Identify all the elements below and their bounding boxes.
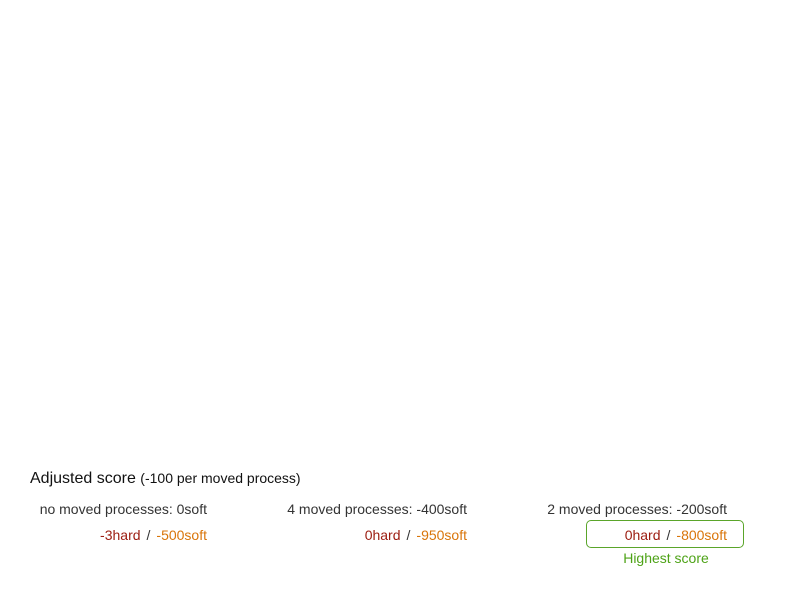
moved-processes-label: 2 moved processes: -200soft xyxy=(547,501,727,517)
score-value: 0hard / -800soft xyxy=(547,526,727,544)
soft-score: -500soft xyxy=(156,527,207,543)
hard-score: 0hard xyxy=(364,527,401,543)
heading: Adjusted score (-100 per moved process) xyxy=(30,470,301,488)
highest-score-label: Highest score xyxy=(623,550,709,566)
score-column-2: 4 moved processes: -400soft 0hard / -950so… xyxy=(287,500,467,544)
score-value: 0hard / -950soft xyxy=(287,526,467,544)
hard-score: -3hard xyxy=(100,527,141,543)
hard-score: 0hard xyxy=(624,527,661,543)
score-separator: / xyxy=(146,527,151,543)
moved-processes-label: 4 moved processes: -400soft xyxy=(287,501,467,517)
moved-processes-label: no moved processes: 0soft xyxy=(39,501,207,517)
heading-title: Adjusted score xyxy=(30,470,136,487)
score-separator: / xyxy=(666,527,671,543)
heading-subtitle: (-100 per moved process) xyxy=(140,470,301,486)
score-column-1: no moved processes: 0soft -3hard / -500sof… xyxy=(40,500,207,544)
score-column-3: 2 moved processes: -200soft 0hard / -800so… xyxy=(547,500,727,544)
soft-score: -950soft xyxy=(416,527,467,543)
soft-score: -800soft xyxy=(676,527,727,543)
score-value: -3hard / -500soft xyxy=(40,526,207,544)
score-separator: / xyxy=(406,527,411,543)
